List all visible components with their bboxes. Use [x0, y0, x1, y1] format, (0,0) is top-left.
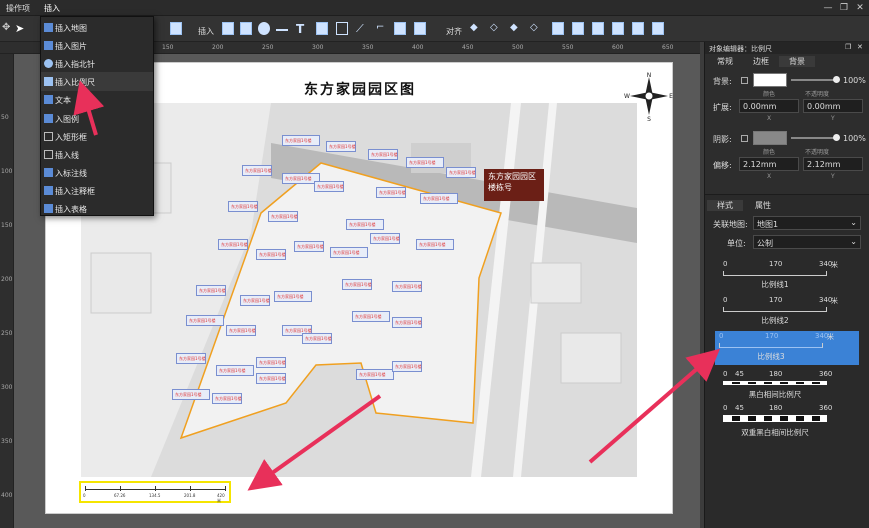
arrow-to-scalebar: [247, 394, 382, 491]
arrow-to-scale-menu: [73, 80, 105, 136]
annotation-arrows: [73, 80, 721, 491]
arrow-to-style: [588, 348, 721, 464]
